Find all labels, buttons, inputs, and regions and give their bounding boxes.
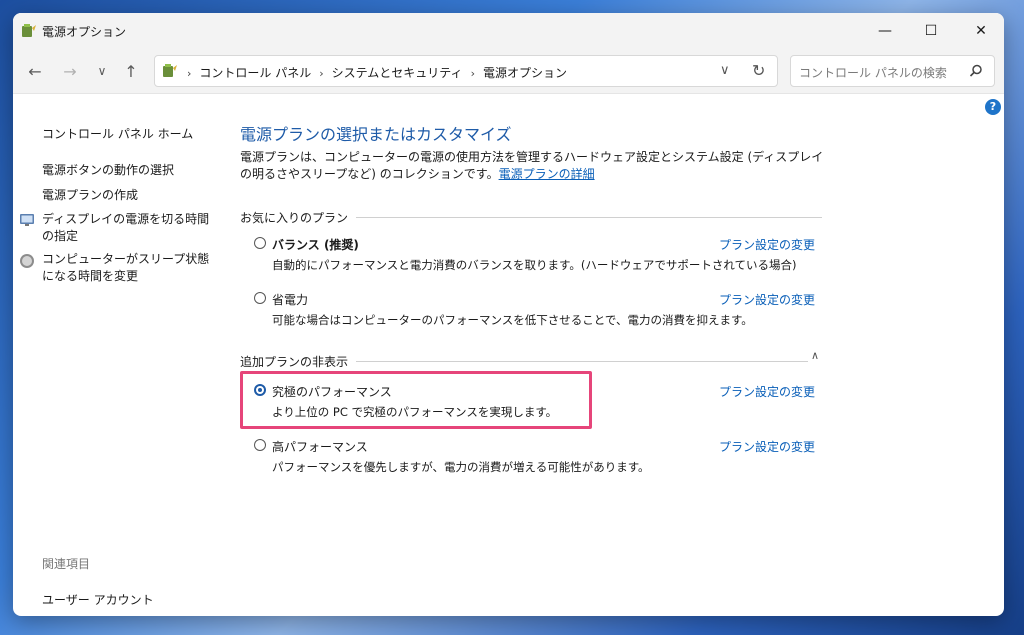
hidden-plans-section-header[interactable]: 追加プランの非表示 xyxy=(240,353,808,370)
address-dropdown-icon[interactable]: ∨ xyxy=(720,63,730,78)
highlight-box xyxy=(240,371,592,429)
maximize-icon: ☐ xyxy=(924,23,938,39)
close-icon: ✕ xyxy=(975,23,987,39)
power-plan-details-link[interactable]: 電源プランの詳細 xyxy=(499,167,595,181)
plan-radio-power-saver[interactable] xyxy=(254,292,266,304)
breadcrumb-separator: › xyxy=(470,67,475,80)
breadcrumb-system-security[interactable]: システムとセキュリティ xyxy=(332,66,463,80)
plan-name: 省電力 xyxy=(272,293,309,307)
plan-name: バランス (推奨) xyxy=(272,238,359,252)
plan-radio-high-performance[interactable] xyxy=(254,439,266,451)
title-bar: 電源オプション — ☐ ✕ xyxy=(13,13,1004,49)
plan-radio-balanced[interactable] xyxy=(254,237,266,249)
breadcrumb-separator: › xyxy=(187,67,192,80)
search-placeholder: コントロール パネルの検索 xyxy=(799,66,947,80)
change-plan-settings-link-power-saver[interactable]: プラン設定の変更 xyxy=(719,291,815,308)
plan-description: より上位の PC で究極のパフォーマンスを実現します。 xyxy=(272,405,558,419)
change-plan-settings-link-ultimate[interactable]: プラン設定の変更 xyxy=(719,383,815,400)
hidden-plans-label: 追加プランの非表示 xyxy=(240,355,349,369)
refresh-icon[interactable]: ↻ xyxy=(752,61,765,80)
navigation-bar: ← → ∨ ↑ › コントロール パネル › システムとセキュリティ › 電源オプション … xyxy=(13,49,1004,94)
back-button[interactable]: ← xyxy=(23,59,47,83)
main-content: 電源プランの選択またはカスタマイズ 電源プランは、コンピューターの電源の使用方法… xyxy=(13,94,1004,616)
plan-description: 自動的にパフォーマンスと電力消費のバランスを取ります。(ハードウェアでサポートさ… xyxy=(272,258,797,272)
plan-name: 究極のパフォーマンス xyxy=(272,385,392,399)
forward-button[interactable]: → xyxy=(58,59,82,83)
plan-description: パフォーマンスを優先しますが、電力の消費が増える可能性があります。 xyxy=(272,460,650,474)
breadcrumb: › コントロール パネル › システムとセキュリティ › 電源オプション xyxy=(187,64,567,81)
minimize-icon: — xyxy=(878,23,892,39)
favorites-section-header: お気に入りのプラン xyxy=(240,209,822,226)
recent-locations-button[interactable]: ∨ xyxy=(90,59,114,83)
window-title: 電源オプション xyxy=(42,25,127,39)
page-description: 電源プランは、コンピューターの電源の使用方法を管理するハードウェア設定とシステム… xyxy=(240,149,830,183)
chevron-up-icon[interactable]: ∧ xyxy=(811,349,819,362)
back-arrow-icon: ← xyxy=(28,61,42,81)
change-plan-settings-link-high[interactable]: プラン設定の変更 xyxy=(719,438,815,455)
page-title: 電源プランの選択またはカスタマイズ xyxy=(240,125,512,144)
up-arrow-icon: ↑ xyxy=(124,61,138,81)
breadcrumb-power-options[interactable]: 電源オプション xyxy=(483,66,567,80)
search-icon[interactable] xyxy=(968,63,984,79)
control-panel-icon xyxy=(163,64,177,77)
plan-name: 高パフォーマンス xyxy=(272,440,368,454)
maximize-button[interactable]: ☐ xyxy=(908,13,954,49)
power-options-window: 電源オプション — ☐ ✕ ← → ∨ ↑ › コントロール パネル › システムとセ… xyxy=(13,13,1004,616)
plan-radio-ultimate-performance[interactable] xyxy=(254,384,266,396)
chevron-down-icon: ∨ xyxy=(97,64,107,78)
breadcrumb-control-panel[interactable]: コントロール パネル xyxy=(199,66,311,80)
breadcrumb-separator: › xyxy=(319,67,324,80)
up-button[interactable]: ↑ xyxy=(119,59,143,83)
forward-arrow-icon: → xyxy=(63,61,77,81)
address-bar[interactable]: › コントロール パネル › システムとセキュリティ › 電源オプション ∨ ↻ xyxy=(154,55,778,87)
search-box[interactable]: コントロール パネルの検索 xyxy=(790,55,995,87)
change-plan-settings-link-balanced[interactable]: プラン設定の変更 xyxy=(719,236,815,253)
minimize-button[interactable]: — xyxy=(862,13,908,49)
favorites-label: お気に入りのプラン xyxy=(240,211,349,225)
power-options-icon xyxy=(22,24,36,37)
close-button[interactable]: ✕ xyxy=(958,13,1004,49)
plan-description: 可能な場合はコンピューターのパフォーマンスを低下させることで、電力の消費を抑えま… xyxy=(272,313,753,327)
